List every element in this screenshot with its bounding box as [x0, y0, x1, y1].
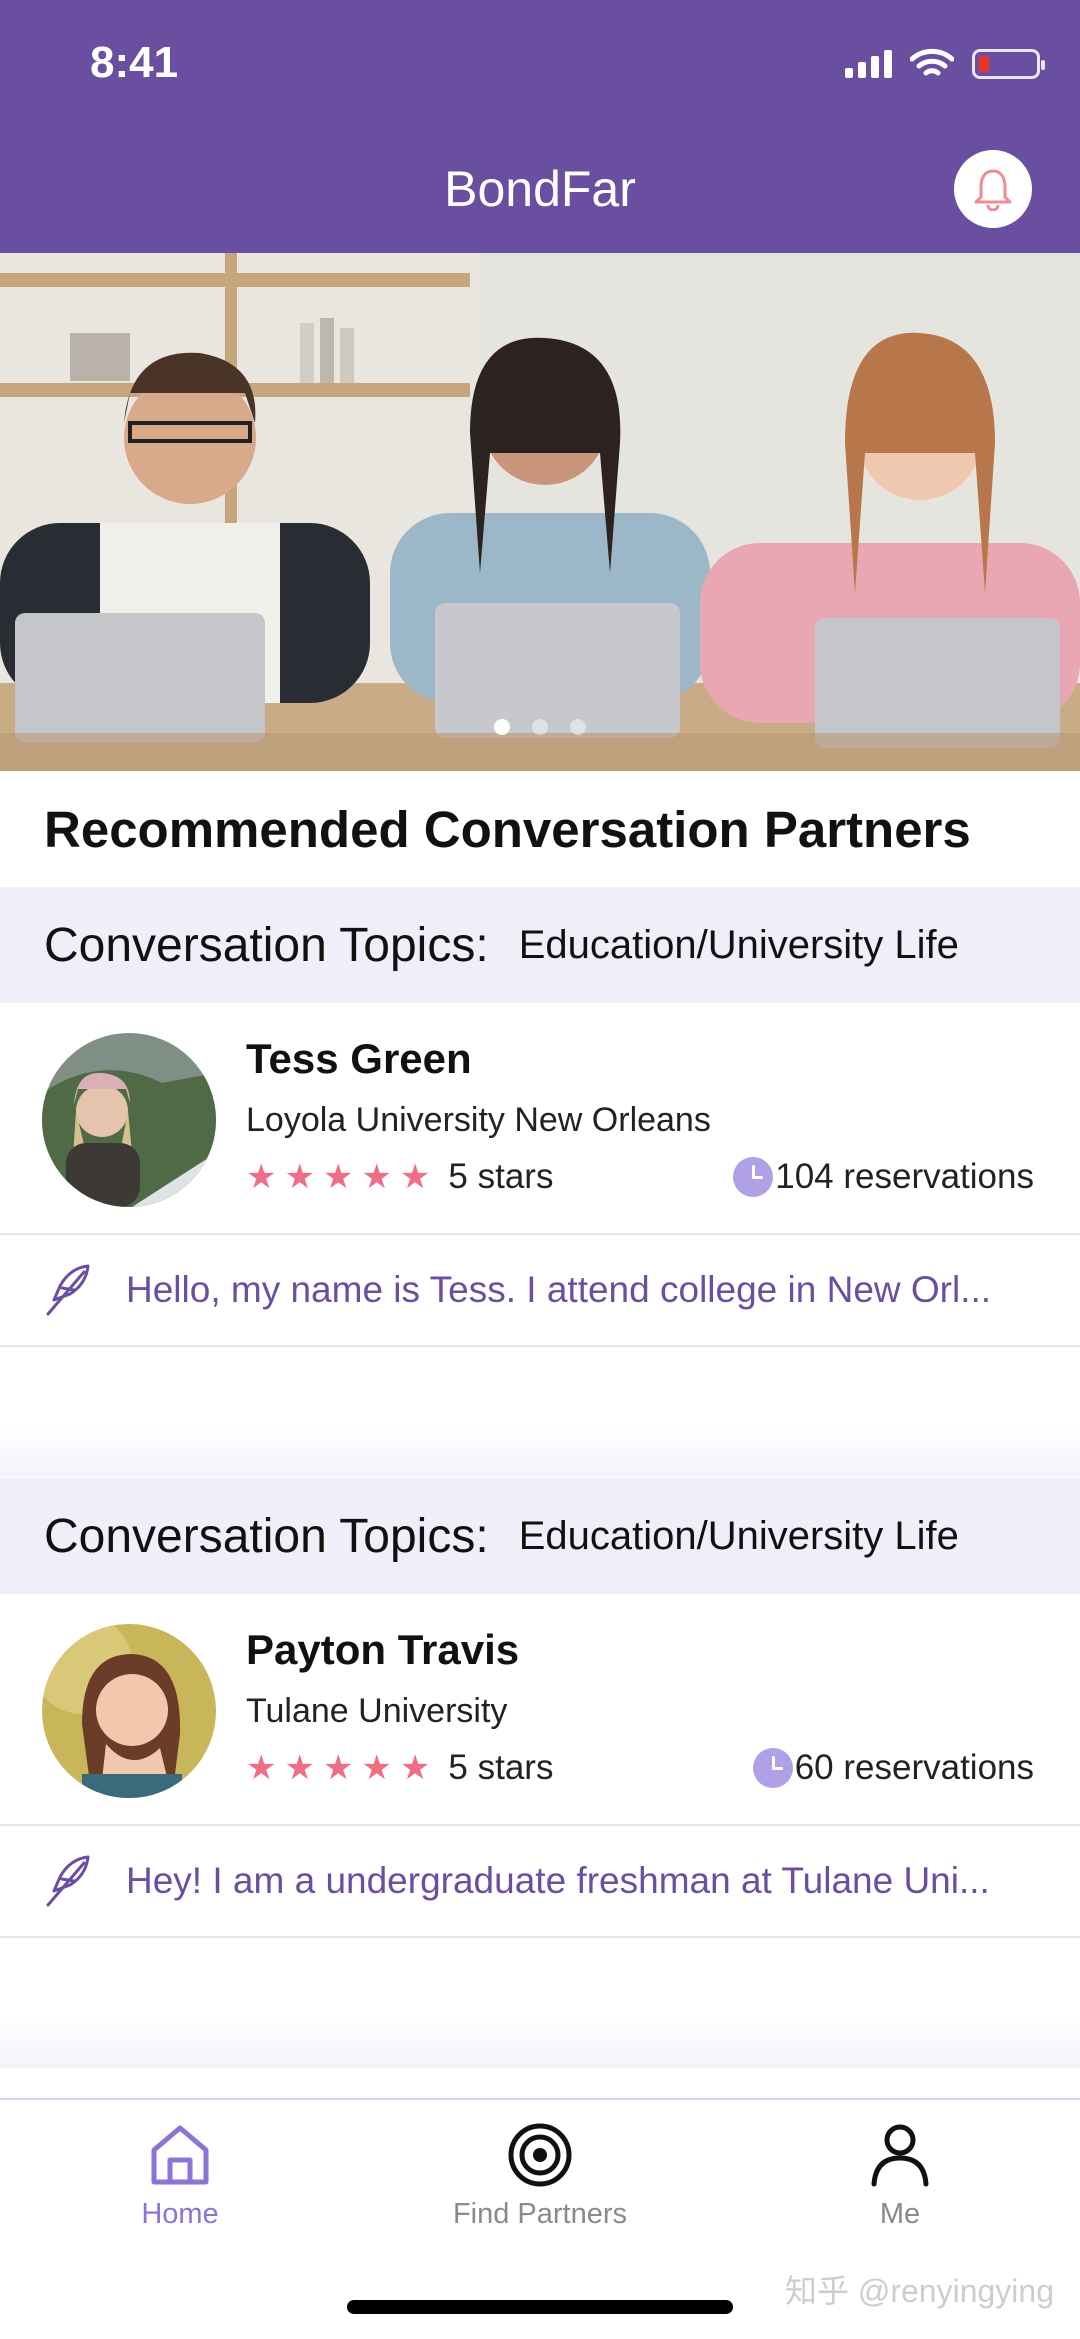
partner-info[interactable]: Payton Travis Tulane University ★★★★★ 5 …	[0, 1594, 1080, 1826]
signal-icon	[845, 50, 892, 78]
carousel-dot[interactable]	[494, 719, 510, 735]
nav-me[interactable]: Me	[750, 2122, 1050, 2231]
partner-rating: ★★★★★ 5 stars	[246, 1157, 553, 1197]
intro-text: Hey! I am a undergraduate freshman at Tu…	[126, 1860, 990, 1901]
nav-find-label: Find Partners	[452, 2198, 628, 2230]
avatar[interactable]	[42, 1624, 216, 1798]
topics-label: Conversation Topics:	[44, 1509, 489, 1563]
partner-intro[interactable]: Hello, my name is Tess. I attend college…	[0, 1235, 1080, 1347]
partner-intro[interactable]: Hey! I am a undergraduate freshman at Tu…	[0, 1826, 1080, 1938]
notifications-button[interactable]	[954, 150, 1032, 228]
home-indicator[interactable]	[347, 2300, 733, 2314]
reservations: 104 reservations	[733, 1157, 1034, 1197]
partner-info[interactable]: Tess Green Loyola University New Orleans…	[0, 1003, 1080, 1235]
intro-text: Hello, my name is Tess. I attend college…	[126, 1269, 992, 1310]
nav-me-label: Me	[879, 2198, 921, 2230]
partner-card[interactable]: Conversation Topics: Education/Universit…	[0, 887, 1080, 1477]
wifi-icon	[910, 48, 954, 76]
partner-school: Loyola University New Orleans	[246, 1101, 711, 1139]
partner-name: Tess Green	[246, 1035, 472, 1082]
target-icon	[508, 2123, 572, 2187]
topics-value: Education/University Life	[518, 922, 959, 967]
hero-image	[0, 253, 1080, 771]
hero-banner[interactable]	[0, 253, 1080, 771]
topics-bar: Conversation Topics: Education/Universit…	[0, 887, 1080, 1003]
reservations: 60 reservations	[752, 1748, 1034, 1788]
status-icons	[845, 48, 1045, 80]
clock-icon	[752, 1748, 793, 1788]
bell-icon	[974, 169, 1012, 211]
reservations-count: 60 reservations	[794, 1748, 1034, 1787]
rating-text: 5 stars	[448, 1748, 554, 1787]
user-icon	[871, 2124, 929, 2187]
partner-rating: ★★★★★ 5 stars	[246, 1748, 553, 1788]
battery-icon	[972, 49, 1045, 79]
topics-label: Conversation Topics:	[44, 918, 489, 972]
reservations-count: 104 reservations	[775, 1157, 1034, 1196]
avatar[interactable]	[42, 1033, 216, 1207]
clock-icon	[733, 1157, 774, 1197]
star-rating: ★★★★★	[246, 1749, 439, 1787]
partner-name: Payton Travis	[246, 1626, 520, 1673]
nav-home-label: Home	[141, 2198, 219, 2230]
nav-home[interactable]: Home	[30, 2122, 330, 2231]
topics-value: Education/University Life	[518, 1513, 959, 1558]
section-title: Recommended Conversation Partners	[44, 801, 971, 858]
carousel-dot[interactable]	[570, 719, 586, 735]
partner-school: Tulane University	[246, 1692, 508, 1730]
carousel-dots[interactable]	[0, 719, 1080, 735]
app-title: BondFar	[444, 161, 636, 217]
nav-find-partners[interactable]: Find Partners	[390, 2122, 690, 2231]
topics-bar: Conversation Topics: Education/Universit…	[0, 1478, 1080, 1594]
partner-card[interactable]: Conversation Topics: Education/Universit…	[0, 1478, 1080, 2068]
feather-icon	[46, 1855, 90, 1907]
rating-text: 5 stars	[448, 1157, 554, 1196]
status-time: 8:41	[90, 38, 179, 87]
carousel-dot[interactable]	[532, 719, 548, 735]
feather-icon	[46, 1264, 90, 1316]
card-spacer	[0, 1347, 1080, 1477]
home-icon	[151, 2125, 209, 2185]
app-header: 8:41 BondFar	[0, 0, 1080, 253]
watermark: 知乎 @renyingying	[784, 2273, 1054, 2309]
card-spacer	[0, 1938, 1080, 2068]
star-rating: ★★★★★	[246, 1158, 439, 1196]
